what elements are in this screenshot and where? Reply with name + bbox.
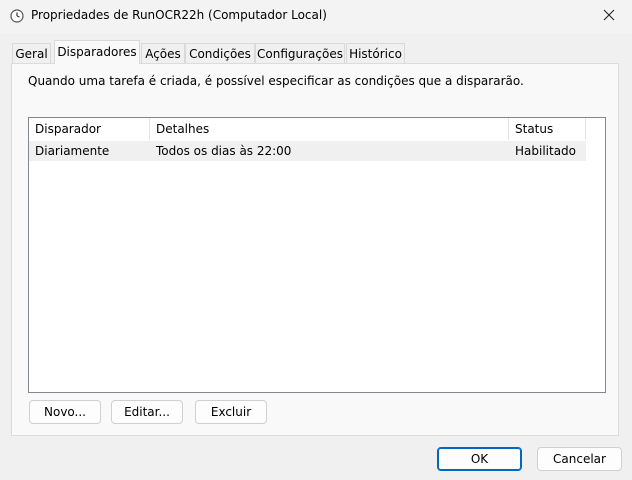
cell-disparador: Diariamente <box>35 144 110 158</box>
tab-disparadores[interactable]: Disparadores <box>54 40 140 64</box>
cancel-button[interactable]: Cancelar <box>537 447 622 471</box>
panel-description: Quando uma tarefa é criada, é possível e… <box>28 74 524 88</box>
new-trigger-button[interactable]: Novo... <box>29 400 101 424</box>
column-header-disparador[interactable]: Disparador <box>29 118 150 140</box>
tab-historico[interactable]: Histórico <box>346 43 405 63</box>
task-scheduler-clock-icon <box>10 9 24 23</box>
cell-status: Habilitado <box>515 144 577 158</box>
list-header: Disparador Detalhes Status <box>29 118 586 140</box>
column-header-detalhes[interactable]: Detalhes <box>150 118 509 140</box>
window-title: Propriedades de RunOCR22h (Computador Lo… <box>31 8 327 22</box>
ok-button[interactable]: OK <box>437 447 522 471</box>
title-bar: Propriedades de RunOCR22h (Computador Lo… <box>0 0 632 33</box>
tab-configuracoes[interactable]: Configurações <box>255 43 345 63</box>
column-header-status[interactable]: Status <box>509 118 586 140</box>
close-button[interactable] <box>586 0 632 32</box>
close-icon <box>603 9 615 24</box>
triggers-list[interactable]: Disparador Detalhes Status Diariamente T… <box>28 117 606 393</box>
tab-acoes[interactable]: Ações <box>141 43 185 63</box>
tab-condicoes[interactable]: Condições <box>185 43 255 63</box>
cell-detalhes: Todos os dias às 22:00 <box>156 144 292 158</box>
delete-trigger-button[interactable]: Excluir <box>195 400 267 424</box>
triggers-panel: Quando uma tarefa é criada, é possível e… <box>11 63 619 436</box>
edit-trigger-button[interactable]: Editar... <box>111 400 183 424</box>
table-row[interactable]: Diariamente Todos os dias às 22:00 Habil… <box>29 141 586 161</box>
tab-geral[interactable]: Geral <box>12 43 51 63</box>
